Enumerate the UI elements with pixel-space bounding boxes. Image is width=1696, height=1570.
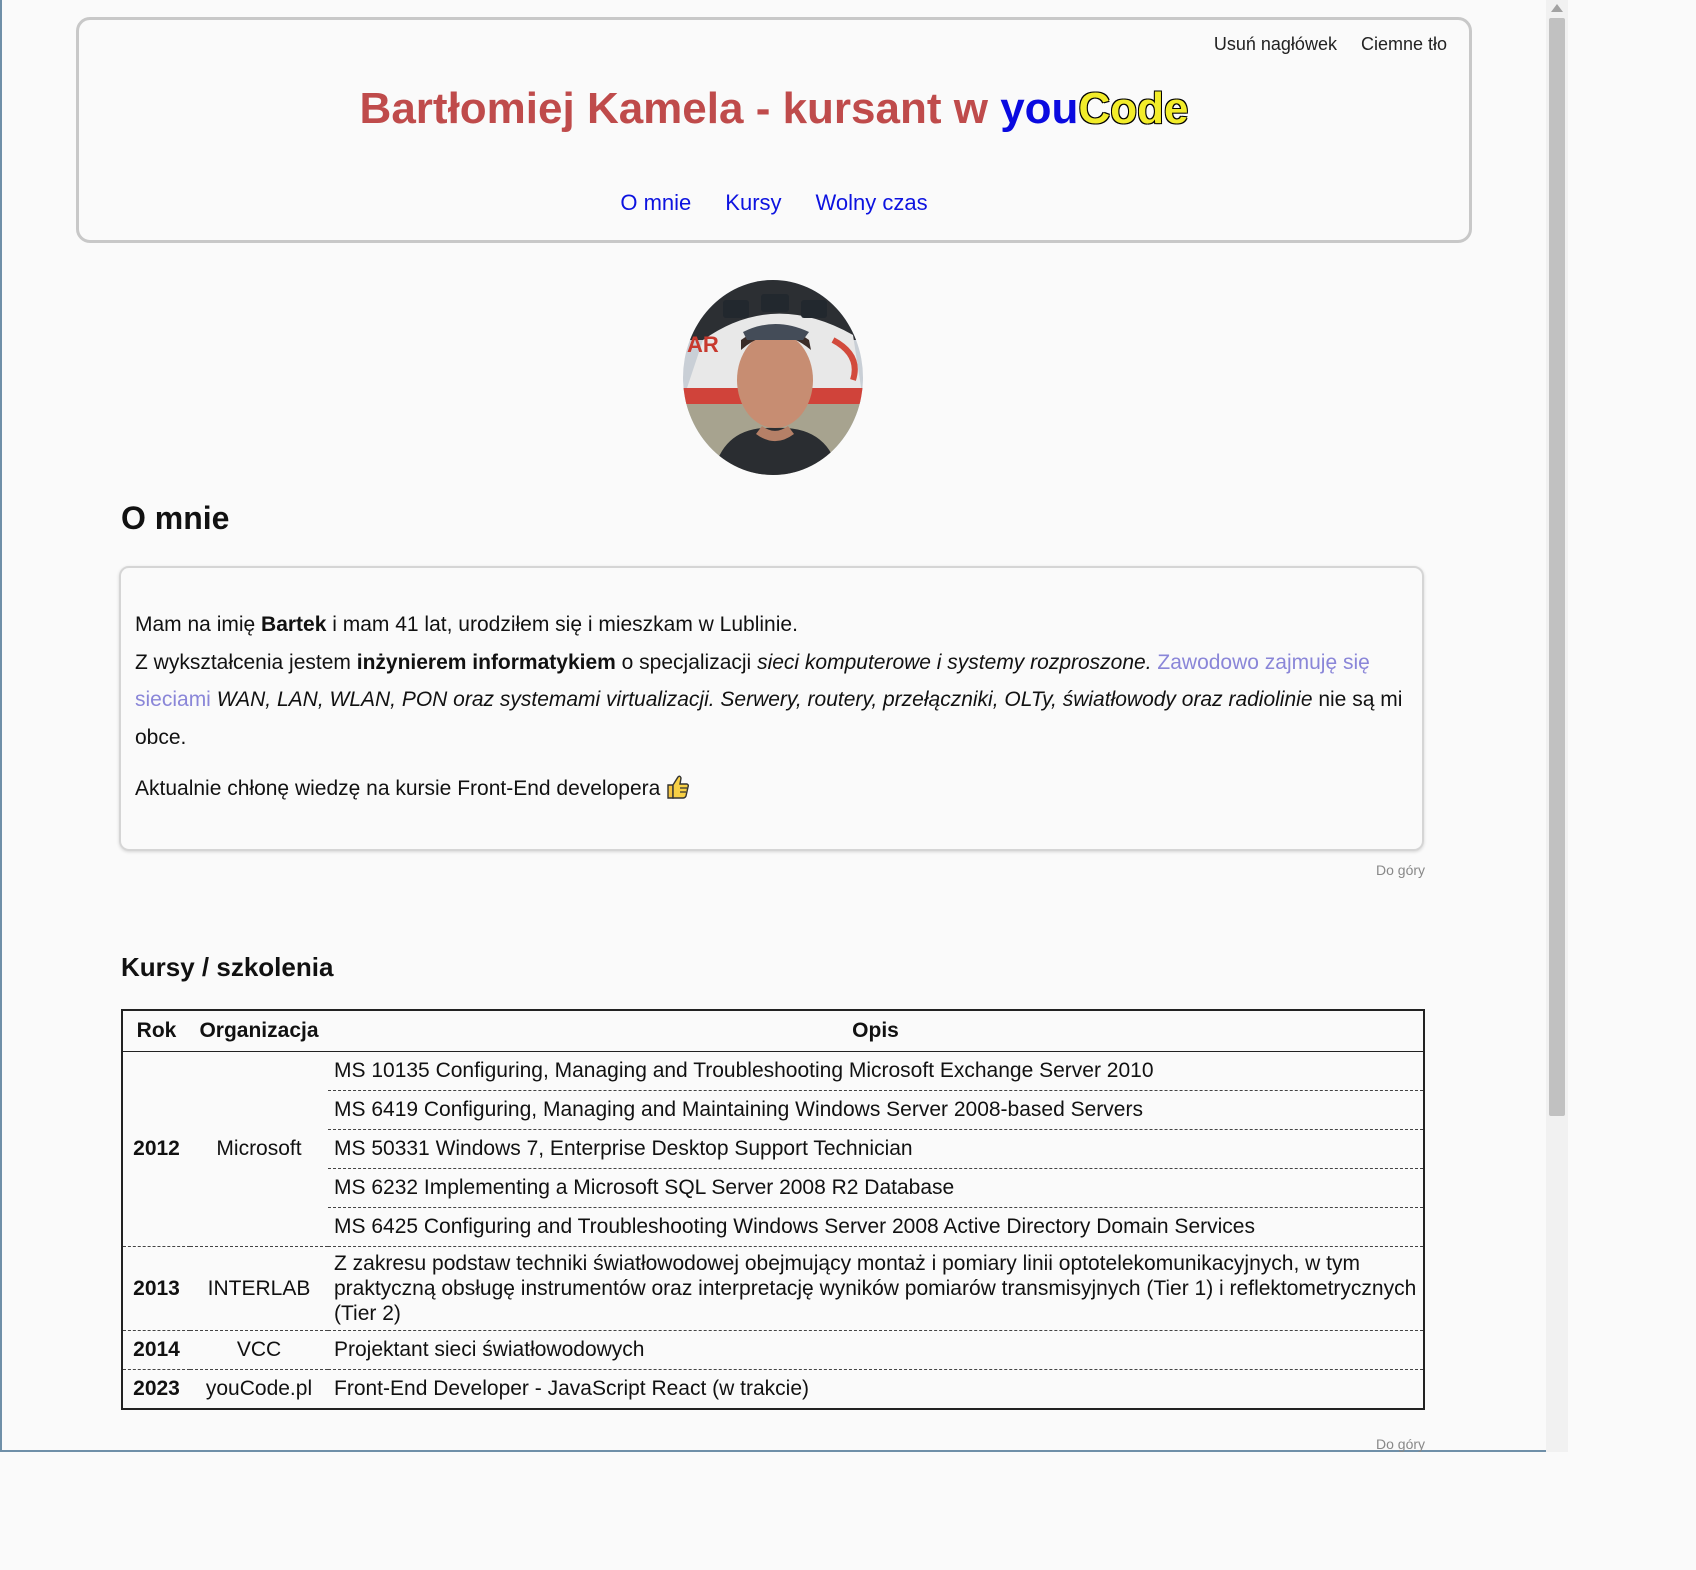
- about-current-course: Aktualnie chłonę wiedzę na kursie Front-…: [135, 770, 1408, 813]
- site-title-text: Bartłomiej Kamela - kursant w: [359, 84, 1001, 133]
- organization-cell: VCC: [190, 1330, 328, 1370]
- description-cell: MS 6425 Configuring and Troubleshooting …: [328, 1207, 1424, 1247]
- dark-background-button[interactable]: Ciemne tło: [1361, 34, 1447, 55]
- thumbs-up-icon: [666, 774, 690, 813]
- table-header-row: Rok Organizacja Opis: [122, 1010, 1424, 1052]
- about-text: Aktualnie chłonę wiedzę na kursie Front-…: [135, 777, 667, 800]
- description-cell: Front-End Developer - JavaScript React (…: [328, 1369, 1424, 1409]
- organization-cell: youCode.pl: [190, 1369, 328, 1409]
- brand-you: you: [1000, 84, 1079, 133]
- nav-link-kursy[interactable]: Kursy: [725, 190, 781, 216]
- year-cell: 2023: [122, 1369, 190, 1409]
- table-row: 2014 VCC Projektant sieci światłowodowyc…: [122, 1330, 1424, 1370]
- about-text: o specjalizacji: [615, 650, 758, 674]
- table-row: 2012 Microsoft MS 10135 Configuring, Man…: [122, 1052, 1424, 1160]
- table-row: 2013 INTERLAB Z zakresu podstaw techniki…: [122, 1246, 1424, 1331]
- site-header: Usuń nagłówek Ciemne tło Bartłomiej Kame…: [76, 17, 1472, 243]
- about-technologies: WAN, LAN, WLAN, PON oraz systemami virtu…: [210, 688, 1313, 711]
- remove-header-button[interactable]: Usuń nagłówek: [1214, 34, 1337, 55]
- year-cell: 2013: [122, 1246, 190, 1331]
- site-title: Bartłomiej Kamela - kursant w youCode: [79, 84, 1469, 134]
- vertical-scrollbar[interactable]: [1546, 0, 1568, 1452]
- main-nav: O mnie Kursy Wolny czas: [79, 190, 1469, 216]
- description-cell: MS 6419 Configuring, Managing and Mainta…: [328, 1090, 1424, 1130]
- scroll-up-arrow-icon[interactable]: [1551, 4, 1563, 12]
- column-header-rok: Rok: [122, 1010, 190, 1052]
- window-frame-left: [0, 0, 2, 1452]
- description-cell: MS 10135 Configuring, Managing and Troub…: [334, 1059, 1154, 1082]
- brand-code: Code: [1078, 84, 1189, 133]
- header-actions: Usuń nagłówek Ciemne tło: [1214, 34, 1447, 55]
- column-header-opis: Opis: [328, 1010, 1424, 1052]
- description-cell: MS 50331 Windows 7, Enterprise Desktop S…: [328, 1129, 1424, 1169]
- profile-photo: AR: [683, 280, 863, 475]
- about-specialization: sieci komputerowe i systemy rozproszone.: [757, 650, 1152, 674]
- nav-link-o-mnie[interactable]: O mnie: [620, 190, 691, 216]
- table-row: 2023 youCode.pl Front-End Developer - Ja…: [122, 1369, 1424, 1409]
- about-degree: inżynierem informatykiem: [356, 650, 616, 674]
- scrollbar-thumb[interactable]: [1549, 18, 1565, 1116]
- description-cell: MS 6232 Implementing a Microsoft SQL Ser…: [328, 1168, 1424, 1208]
- year-cell: 2014: [122, 1330, 190, 1370]
- back-to-top-link[interactable]: Do góry: [1376, 862, 1425, 878]
- courses-heading: Kursy / szkolenia: [121, 952, 334, 982]
- back-to-top-link[interactable]: Do góry: [1376, 1436, 1425, 1452]
- about-text: Z wykształcenia jestem: [135, 650, 357, 674]
- about-section: Mam na imię Bartek i mam 41 lat, urodził…: [119, 566, 1424, 851]
- about-text: Mam na imię: [135, 613, 262, 636]
- column-header-organizacja: Organizacja: [190, 1010, 328, 1052]
- about-heading: O mnie: [121, 500, 230, 536]
- organization-cell: INTERLAB: [190, 1246, 328, 1331]
- svg-text:AR: AR: [687, 332, 719, 357]
- about-name: Bartek: [261, 613, 327, 636]
- about-text: i mam 41 lat, urodziłem się i mieszkam w…: [326, 613, 798, 636]
- organization-cell: Microsoft: [216, 1137, 302, 1160]
- year-cell: 2012: [133, 1137, 180, 1160]
- about-paragraph: Mam na imię Bartek i mam 41 lat, urodził…: [135, 606, 1408, 756]
- description-cell: Z zakresu podstaw techniki światłowodowe…: [328, 1246, 1424, 1331]
- window-frame-bottom: [0, 1450, 1568, 1452]
- description-cell: Projektant sieci światłowodowych: [328, 1330, 1424, 1370]
- nav-link-wolny-czas[interactable]: Wolny czas: [816, 190, 928, 216]
- courses-table: Rok Organizacja Opis 2012 Microsoft MS 1…: [121, 1009, 1425, 1410]
